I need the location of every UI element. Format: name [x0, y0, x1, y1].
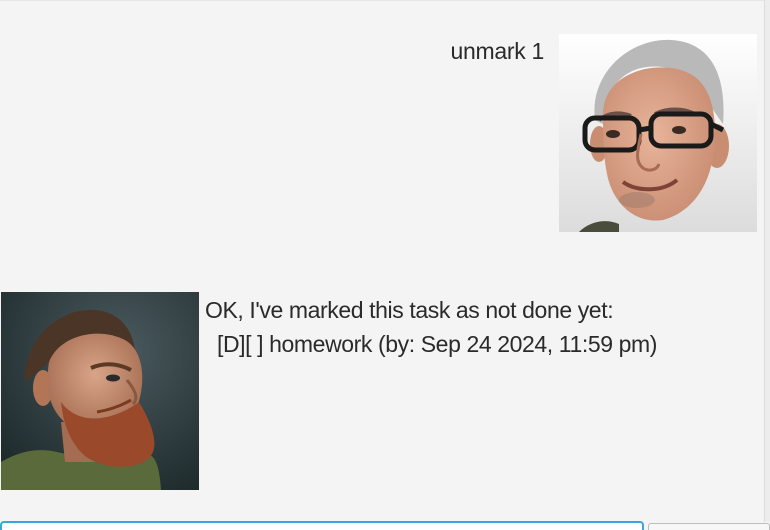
- user-message-text: unmark 1: [450, 38, 545, 64]
- user-portrait-icon: [559, 34, 757, 232]
- bot-avatar: [1, 292, 199, 490]
- chat-window: unmark 1 OK, I've marked this task as no…: [0, 0, 770, 530]
- user-input-field[interactable]: [0, 521, 644, 530]
- top-divider: [0, 0, 764, 1]
- bot-message-text: OK, I've marked this task as not done ye…: [205, 297, 658, 357]
- user-avatar: [559, 34, 757, 232]
- bot-portrait-icon: [1, 292, 199, 490]
- scroll-bar[interactable]: [764, 0, 770, 522]
- send-button[interactable]: [648, 523, 770, 530]
